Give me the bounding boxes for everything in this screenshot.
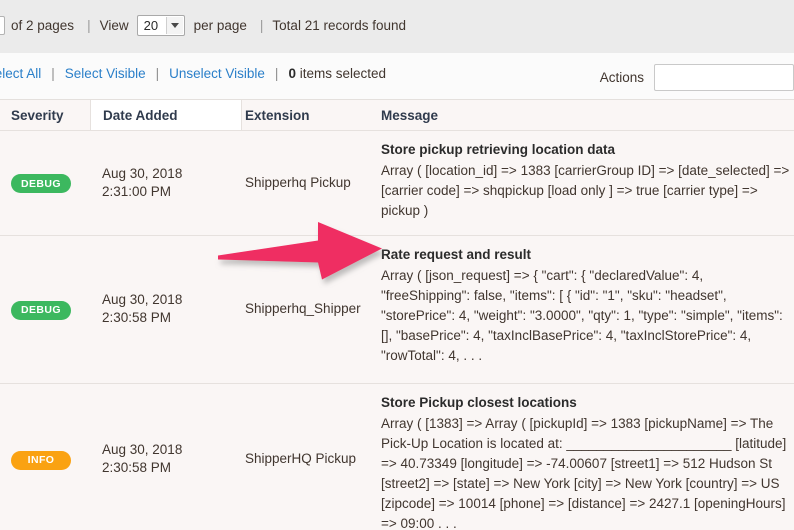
message-body: Array ( [location_id] => 1383 [carrierGr… [381, 161, 792, 221]
date-value: Aug 30, 2018 [102, 165, 242, 183]
severity-cell: INFO [0, 450, 90, 470]
view-label: View [100, 18, 129, 33]
time-value: 2:31:00 PM [102, 183, 242, 201]
status-badge: DEBUG [11, 301, 71, 320]
message-title: Store Pickup closest locations [381, 393, 792, 413]
date-added-cell: Aug 30, 20182:30:58 PM [90, 291, 242, 327]
per-page-value: 20 [144, 18, 158, 33]
actions-label: Actions [600, 70, 644, 85]
status-badge: DEBUG [11, 174, 71, 193]
select-visible-link[interactable]: Select Visible [65, 66, 146, 81]
items-selected-suffix: items selected [296, 66, 386, 81]
message-title: Store pickup retrieving location data [381, 140, 792, 160]
date-added-cell: Aug 30, 20182:30:58 PM [90, 441, 242, 477]
select-all-link[interactable]: select All [0, 66, 41, 81]
pager-controls: of 2 pages | View 20 per page | Total 21… [0, 15, 410, 36]
column-header-date-added[interactable]: Date Added [90, 100, 242, 130]
table-row[interactable]: DEBUG Aug 30, 20182:31:00 PMShipperhq Pic… [0, 131, 794, 236]
selection-separator-1: | [51, 66, 55, 81]
column-header-extension[interactable]: Extension [242, 100, 380, 130]
pager-separator-1: | [87, 18, 91, 33]
per-page-select[interactable]: 20 [137, 15, 185, 36]
extension-cell: ShipperHQ Pickup [242, 451, 380, 466]
table-header-row: Severity Date Added Extension Message [0, 100, 794, 131]
date-value: Aug 30, 2018 [102, 441, 242, 459]
actions-control: Actions [600, 64, 794, 91]
table-body: DEBUGAug 30, 20182:31:00 PMShipperhq Pic… [0, 131, 794, 530]
page-number-input[interactable] [0, 16, 5, 35]
status-badge: INFO [11, 451, 71, 470]
extension-cell: Shipperhq Pickup [242, 175, 380, 190]
selection-toolbar: select All | Select Visible | Unselect V… [0, 53, 794, 100]
total-records-label: Total 21 records found [272, 18, 406, 33]
shipperhq-log-grid-screen: of 2 pages | View 20 per page | Total 21… [0, 0, 794, 530]
time-value: 2:30:58 PM [102, 459, 242, 477]
severity-cell: DEBUG [0, 174, 90, 194]
message-body: Array ( [1383] => Array ( [pickupId] => … [381, 414, 792, 530]
unselect-visible-link[interactable]: Unselect Visible [169, 66, 265, 81]
column-header-severity[interactable]: Severity [0, 100, 90, 130]
actions-select[interactable] [654, 64, 794, 91]
date-added-cell: Aug 30, 20182:31:00 PM [90, 165, 242, 201]
message-body: Array ( [json_request] => { "cart": { "d… [381, 266, 792, 366]
date-value: Aug 30, 2018 [102, 291, 242, 309]
message-cell: Store Pickup closest locationsArray ( [1… [380, 384, 792, 530]
selection-links: select All | Select Visible | Unselect V… [0, 66, 386, 81]
of-pages-label: of 2 pages [11, 18, 74, 33]
table-row[interactable]: DEBUG Aug 30, 20182:30:58 PMShipperhq_Shi… [0, 236, 794, 384]
items-selected-count: 0 [288, 66, 296, 81]
selection-separator-3: | [275, 66, 279, 81]
per-page-suffix-label: per page [194, 18, 247, 33]
message-cell: Rate request and resultArray ( [json_req… [380, 236, 792, 366]
table-row[interactable]: INFO Aug 30, 20182:30:58 PMShipperHQ Pick… [0, 384, 794, 530]
pager-toolbar: of 2 pages | View 20 per page | Total 21… [0, 0, 794, 53]
column-header-message[interactable]: Message [380, 100, 794, 130]
extension-cell: Shipperhq_Shipper [242, 301, 380, 316]
items-selected-label: 0 items selected [288, 66, 386, 81]
message-title: Rate request and result [381, 245, 792, 265]
severity-cell: DEBUG [0, 300, 90, 320]
message-cell: Store pickup retrieving location dataArr… [380, 131, 792, 221]
log-table: Severity Date Added Extension Message DE… [0, 100, 794, 530]
time-value: 2:30:58 PM [102, 309, 242, 327]
pager-separator-2: | [260, 18, 264, 33]
selection-separator-2: | [156, 66, 160, 81]
chevron-down-icon [166, 17, 183, 34]
